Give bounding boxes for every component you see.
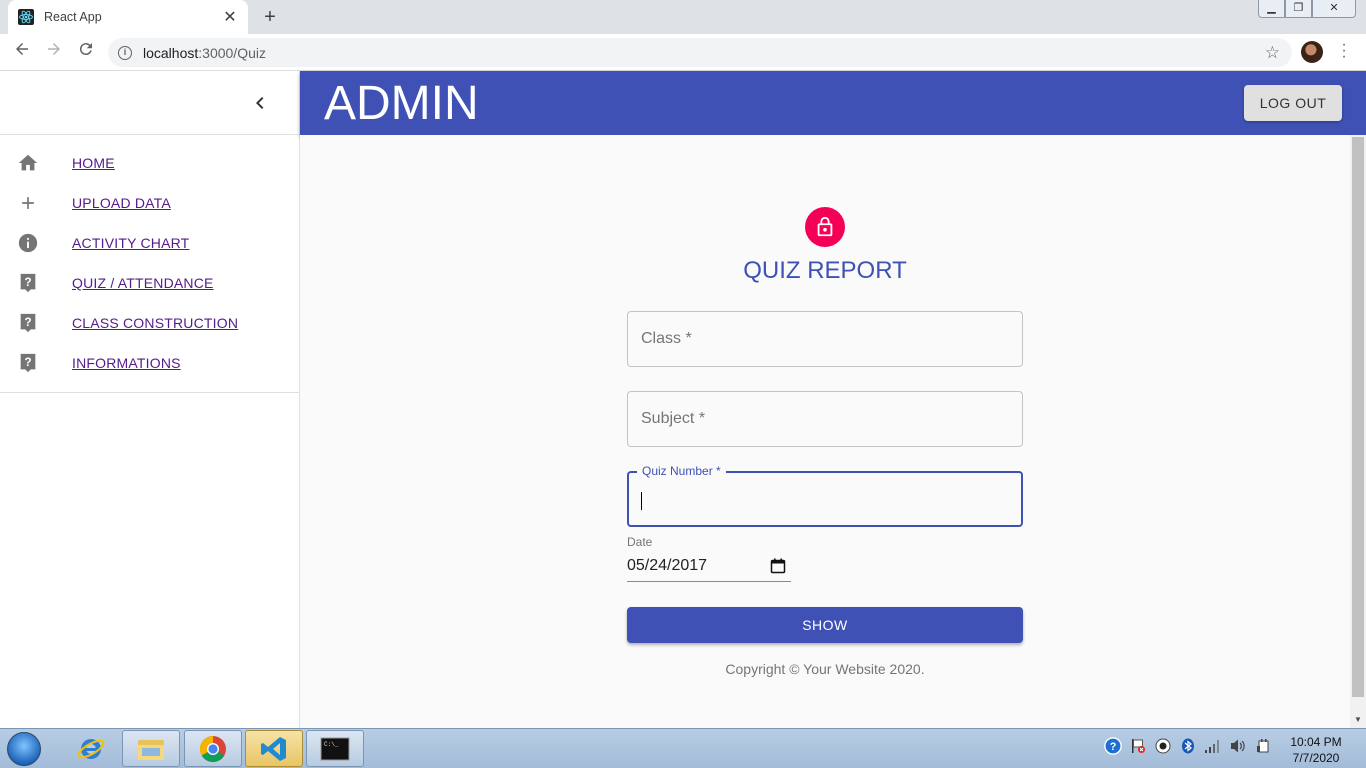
info-icon <box>16 231 40 255</box>
sidebar-nav: HOME UPLOAD DATA ACTIVITY CHART ? QUIZ /… <box>0 135 299 393</box>
start-button[interactable] <box>2 730 46 768</box>
terminal-icon: C:\_ <box>320 737 350 760</box>
sidebar-item-home[interactable]: HOME <box>0 143 299 183</box>
lock-icon <box>805 207 845 247</box>
help-icon[interactable]: ? <box>1104 737 1122 755</box>
tab-close-icon[interactable]: ✕ <box>222 7 238 27</box>
sidebar-link-activity-chart[interactable]: ACTIVITY CHART <box>72 235 189 251</box>
text-caret <box>641 492 642 510</box>
sidebar: HOME UPLOAD DATA ACTIVITY CHART ? QUIZ /… <box>0 71 300 728</box>
url-text: localhost:3000/Quiz <box>143 44 266 61</box>
svg-text:?: ? <box>24 275 31 289</box>
clock-time: 10:04 PM <box>1290 735 1342 749</box>
chrome-icon <box>199 735 226 762</box>
minimize-button[interactable]: ▁ <box>1258 0 1285 18</box>
profile-avatar[interactable] <box>1301 41 1323 63</box>
sidebar-item-quiz-attendance[interactable]: ? QUIZ / ATTENDANCE <box>0 263 299 303</box>
taskbar-chrome[interactable] <box>184 730 242 767</box>
app-bar: ADMIN LOG OUT <box>300 71 1366 135</box>
browser-tab-bar: React App ✕ + ▁ ❐ ✕ <box>0 0 1366 34</box>
address-bar[interactable]: i localhost:3000/Quiz ☆ <box>108 38 1292 67</box>
page-title: ADMIN <box>324 77 479 130</box>
help-icon: ? <box>16 311 40 335</box>
home-icon <box>16 151 40 175</box>
windows-logo-icon <box>7 732 41 766</box>
quiz-number-field[interactable]: Quiz Number * <box>627 464 1023 527</box>
form-title: QUIZ REPORT <box>743 257 907 284</box>
power-plug-icon[interactable] <box>1254 737 1272 755</box>
internet-explorer-icon <box>77 738 105 759</box>
subject-field-label: Subject * <box>641 410 706 427</box>
sidebar-item-activity-chart[interactable]: ACTIVITY CHART <box>0 223 299 263</box>
sidebar-link-quiz-attendance[interactable]: QUIZ / ATTENDANCE <box>72 275 214 291</box>
date-input[interactable]: 05/24/2017 <box>627 554 791 582</box>
taskbar-file-explorer[interactable] <box>122 730 180 767</box>
folder-icon <box>138 739 164 760</box>
taskbar-vscode[interactable] <box>245 730 303 767</box>
copyright-text: Copyright © Your Website 2020. <box>725 661 925 677</box>
show-button[interactable]: SHOW <box>627 607 1023 643</box>
taskbar-command-prompt[interactable]: C:\_ <box>306 730 364 767</box>
taskbar: C:\_ ? 10:04 PM 7/7/2020 <box>0 728 1366 768</box>
sidebar-link-upload-data[interactable]: UPLOAD DATA <box>72 195 171 211</box>
taskbar-clock[interactable]: 10:04 PM 7/7/2020 <box>1284 734 1348 766</box>
browser-menu-icon[interactable]: · · · <box>1340 37 1348 65</box>
back-icon[interactable] <box>10 40 34 64</box>
sidebar-link-class-construction[interactable]: CLASS CONSTRUCTION <box>72 315 238 331</box>
svg-text:?: ? <box>24 355 31 369</box>
class-field[interactable]: Class * <box>627 311 1023 367</box>
browser-tab[interactable]: React App ✕ <box>8 0 248 34</box>
svg-text:C:\_: C:\_ <box>324 741 339 748</box>
calendar-icon[interactable] <box>770 558 786 574</box>
quiz-number-field-label: Quiz Number * <box>637 464 726 478</box>
vscode-icon <box>261 736 286 761</box>
sidebar-header <box>0 71 299 135</box>
logout-button[interactable]: LOG OUT <box>1244 85 1342 121</box>
scroll-down-icon[interactable]: ▼ <box>1350 712 1366 728</box>
new-tab-button[interactable]: + <box>258 5 282 29</box>
react-icon <box>18 9 34 25</box>
sidebar-divider <box>0 392 299 393</box>
close-window-button[interactable]: ✕ <box>1312 0 1356 18</box>
chevron-left-icon[interactable] <box>248 91 272 115</box>
scrollbar-thumb[interactable] <box>1352 137 1364 697</box>
sidebar-item-informations[interactable]: ? INFORMATIONS <box>0 343 299 383</box>
volume-icon[interactable] <box>1229 737 1247 755</box>
clock-date: 7/7/2020 <box>1292 751 1340 765</box>
action-center-flag-icon[interactable] <box>1129 737 1147 755</box>
browser-toolbar: i localhost:3000/Quiz ☆ <box>0 34 1366 71</box>
help-icon: ? <box>16 351 40 375</box>
sidebar-link-home[interactable]: HOME <box>72 155 115 171</box>
bookmark-star-icon[interactable]: ☆ <box>1265 43 1280 63</box>
sidebar-item-upload-data[interactable]: UPLOAD DATA <box>0 183 299 223</box>
network-signal-icon[interactable] <box>1204 737 1222 755</box>
svg-text:?: ? <box>24 315 31 329</box>
media-record-icon[interactable] <box>1154 737 1172 755</box>
class-field-label: Class * <box>641 330 692 347</box>
subject-field[interactable]: Subject * <box>627 391 1023 447</box>
restore-button[interactable]: ❐ <box>1285 0 1312 18</box>
main-content: QUIZ REPORT Class * Subject * Quiz Numbe… <box>300 135 1350 728</box>
system-tray: ? <box>1104 737 1272 755</box>
tab-title: React App <box>44 10 102 24</box>
sidebar-item-class-construction[interactable]: ? CLASS CONSTRUCTION <box>0 303 299 343</box>
svg-text:?: ? <box>1110 741 1117 753</box>
taskbar-internet-explorer[interactable] <box>62 730 120 767</box>
plus-icon <box>16 191 40 215</box>
site-info-icon[interactable]: i <box>118 45 132 60</box>
date-label: Date <box>627 535 653 549</box>
reload-icon[interactable] <box>74 40 98 64</box>
forward-icon[interactable] <box>42 40 66 64</box>
sidebar-link-informations[interactable]: INFORMATIONS <box>72 355 181 371</box>
window-controls: ▁ ❐ ✕ <box>1258 0 1356 18</box>
bluetooth-icon[interactable] <box>1179 737 1197 755</box>
help-icon: ? <box>16 271 40 295</box>
